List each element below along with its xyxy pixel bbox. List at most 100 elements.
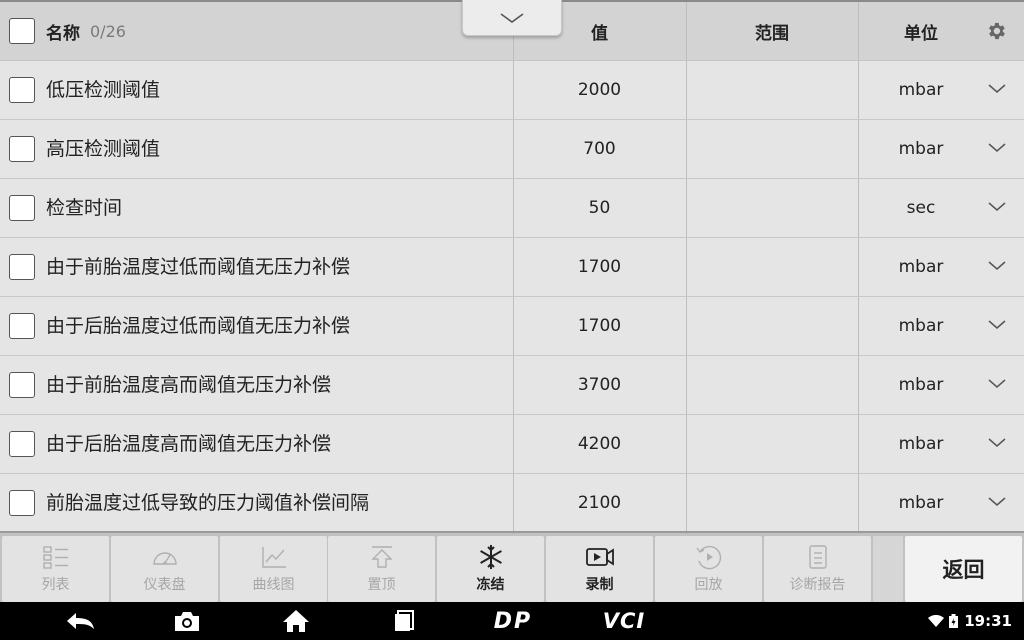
status-area: 19:31 — [928, 602, 1012, 640]
vci-logo: VCI — [602, 609, 646, 633]
chevron-down-icon[interactable] — [988, 201, 1006, 213]
row-checkbox[interactable] — [9, 431, 35, 457]
table-row[interactable]: 高压检测阈值 700 mbar — [0, 120, 1024, 179]
parameter-name: 由于前胎温度高而阈值无压力补偿 — [46, 374, 332, 396]
report-icon — [808, 545, 827, 569]
table-row[interactable]: 由于后胎温度高而阈值无压力补偿 4200 mbar — [0, 415, 1024, 474]
row-checkbox[interactable] — [9, 136, 35, 162]
table-row[interactable]: 由于前胎温度过低而阈值无压力补偿 1700 mbar — [0, 238, 1024, 297]
selected-count: 0/26 — [90, 21, 126, 41]
snowflake-icon — [479, 545, 502, 569]
home-nav-button[interactable] — [281, 608, 311, 634]
row-checkbox[interactable] — [9, 372, 35, 398]
playback-button[interactable]: 回放 — [655, 536, 762, 602]
toolbar-spacer — [873, 536, 903, 602]
column-divider — [686, 297, 687, 355]
column-divider — [858, 2, 859, 60]
chevron-down-icon — [500, 12, 524, 23]
row-checkbox[interactable] — [9, 77, 35, 103]
unit-column-header: 单位 — [904, 23, 938, 44]
list-button[interactable]: 列表 — [2, 536, 109, 602]
playback-label: 回放 — [694, 577, 723, 593]
column-divider — [686, 120, 687, 178]
dashboard-label: 仪表盘 — [143, 577, 186, 593]
parameter-value: 1700 — [577, 316, 622, 336]
freeze-label: 冻结 — [476, 577, 505, 593]
gear-icon[interactable] — [985, 20, 1007, 42]
chevron-down-icon[interactable] — [988, 496, 1006, 508]
column-divider — [686, 2, 687, 60]
back-arrow-icon — [67, 613, 94, 629]
chevron-down-icon[interactable] — [988, 319, 1006, 331]
parameter-unit: mbar — [898, 80, 944, 100]
dp-logo: DP — [493, 608, 533, 634]
pin-top-button[interactable]: 置顶 — [328, 536, 435, 602]
parameter-name: 低压检测阈值 — [46, 79, 161, 101]
screenshot-button[interactable] — [172, 608, 202, 634]
list-icon — [42, 546, 68, 569]
table-row[interactable]: 检查时间 50 sec — [0, 179, 1024, 238]
dashboard-button[interactable]: 仪表盘 — [111, 536, 218, 602]
parameter-unit: mbar — [898, 493, 944, 513]
column-divider — [686, 474, 687, 531]
system-nav-bar: DP VCI 19:31 — [0, 602, 1024, 640]
chevron-down-icon[interactable] — [988, 437, 1006, 449]
chevron-down-icon[interactable] — [988, 83, 1006, 95]
freeze-button[interactable]: 冻结 — [437, 536, 544, 602]
parameter-name: 前胎温度过低导致的压力阈值补偿间隔 — [46, 492, 370, 514]
parameter-unit: mbar — [898, 434, 944, 454]
vci-brand-button[interactable]: VCI — [596, 608, 652, 634]
chevron-down-icon[interactable] — [988, 378, 1006, 390]
parameter-unit: mbar — [898, 316, 944, 336]
name-column-header: 名称 0/26 — [0, 2, 513, 60]
bottom-toolbar: 列表 仪表盘 曲线图 置顶 冻结 录制 回放 诊断报告 返回 — [0, 531, 1024, 602]
app-window: 名称 0/26 值 范围 单位 低压检测阈值 2000 mbar 高压检测阈值 … — [0, 0, 1024, 640]
row-checkbox[interactable] — [9, 195, 35, 221]
parameter-value: 4200 — [577, 434, 622, 454]
table-row[interactable]: 由于前胎温度高而阈值无压力补偿 3700 mbar — [0, 356, 1024, 415]
record-label: 录制 — [585, 577, 614, 593]
parameter-value: 2000 — [577, 80, 622, 100]
parameter-unit: mbar — [898, 257, 944, 277]
table-row[interactable]: 由于后胎温度过低而阈值无压力补偿 1700 mbar — [0, 297, 1024, 356]
column-divider — [686, 356, 687, 414]
parameter-unit: sec — [906, 198, 936, 218]
line-chart-icon — [261, 547, 286, 568]
table-row[interactable]: 低压检测阈值 2000 mbar — [0, 61, 1024, 120]
parameter-value: 2100 — [577, 493, 622, 513]
gauge-icon — [152, 552, 177, 565]
table-row[interactable]: 前胎温度过低导致的压力阈值补偿间隔 2100 mbar — [0, 474, 1024, 531]
range-column-header: 范围 — [755, 23, 789, 44]
column-divider — [686, 238, 687, 296]
pin-top-icon — [370, 546, 393, 568]
column-divider — [686, 61, 687, 119]
row-checkbox[interactable] — [9, 490, 35, 516]
chevron-down-icon[interactable] — [988, 260, 1006, 272]
list-label: 列表 — [41, 577, 70, 593]
recents-nav-button[interactable] — [391, 608, 417, 634]
battery-icon — [949, 614, 959, 628]
back-nav-button[interactable] — [62, 608, 98, 634]
parameter-value: 3700 — [577, 375, 622, 395]
diagnostic-report-button[interactable]: 诊断报告 — [764, 536, 871, 602]
collapse-header-button[interactable] — [462, 0, 562, 36]
dp-brand-button[interactable]: DP — [488, 608, 538, 634]
back-button[interactable]: 返回 — [905, 536, 1022, 602]
graph-button[interactable]: 曲线图 — [220, 536, 327, 602]
row-checkbox[interactable] — [9, 313, 35, 339]
parameter-name: 由于后胎温度过低而阈值无压力补偿 — [46, 315, 351, 337]
replay-icon — [695, 545, 721, 570]
name-header-label: 名称 — [46, 23, 80, 44]
column-divider — [686, 415, 687, 473]
home-icon — [283, 610, 309, 632]
chevron-down-icon[interactable] — [988, 142, 1006, 154]
clock: 19:31 — [964, 612, 1012, 630]
parameter-name: 检查时间 — [46, 197, 123, 219]
video-camera-icon — [585, 548, 614, 566]
parameter-value: 50 — [588, 198, 611, 218]
recents-icon — [395, 610, 414, 631]
graph-label: 曲线图 — [252, 577, 295, 593]
record-button[interactable]: 录制 — [546, 536, 653, 602]
diagnostic-report-label: 诊断报告 — [789, 577, 846, 593]
row-checkbox[interactable] — [9, 254, 35, 280]
